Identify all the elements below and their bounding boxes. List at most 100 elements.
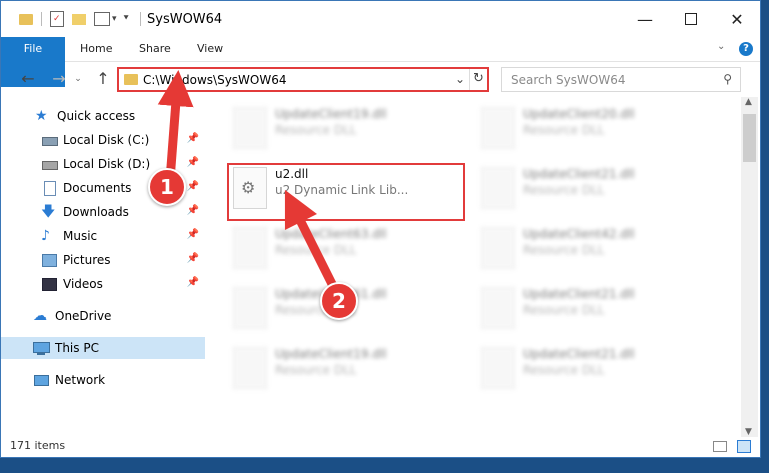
drive-icon [41, 156, 58, 172]
star-icon: ★ [35, 108, 48, 124]
pin-icon[interactable]: 📌 [187, 133, 199, 144]
cloud-icon: ☁ [33, 308, 47, 324]
file-name: UpdateClient19.dll [275, 107, 387, 121]
scrollbar-thumb[interactable] [743, 114, 756, 162]
pin-icon[interactable]: 📌 [187, 205, 199, 216]
download-icon: 🡇 [41, 204, 56, 220]
file-item[interactable]: UpdateClient21.dll Resource DLL [475, 281, 705, 331]
documents-icon [41, 180, 57, 196]
large-icons-view-icon[interactable] [737, 440, 751, 453]
new-folder-icon[interactable] [72, 13, 86, 25]
tab-share[interactable]: Share [139, 37, 171, 61]
file-item[interactable]: UpdateClient63.dll Resource DLL [227, 221, 457, 271]
nav-item-local-disk-c[interactable]: Local Disk (C:) 📌 [1, 129, 205, 151]
tab-home[interactable]: Home [80, 37, 112, 61]
expand-ribbon-icon[interactable]: ⌄ [717, 41, 725, 52]
scroll-up-icon[interactable]: ▲ [745, 97, 752, 107]
chevron-down-icon[interactable]: ▾ [112, 14, 117, 24]
dll-file-icon [481, 347, 515, 389]
nav-item-music[interactable]: ♪ Music 📌 [1, 225, 205, 247]
file-item[interactable]: UpdateClient21.dll Resource DLL [475, 161, 705, 211]
nav-item-pictures[interactable]: Pictures 📌 [1, 249, 205, 271]
address-row: ← → ⌄ ↑ C:\Windows\SysWOW64 ⌄ ↻ Search S… [1, 62, 760, 96]
pin-icon[interactable]: 📌 [187, 229, 199, 240]
file-item[interactable]: UpdateClient19.dll Resource DLL [227, 101, 457, 151]
arrow-right-icon: → [52, 69, 66, 88]
tab-view[interactable]: View [197, 37, 223, 61]
dll-file-icon [233, 107, 267, 149]
search-box[interactable]: Search SysWOW64 ⚲ [501, 67, 741, 92]
pin-icon[interactable]: 📌 [187, 157, 199, 168]
dll-file-icon [481, 227, 515, 269]
minimize-icon: — [637, 9, 653, 29]
forward-button[interactable]: → [49, 69, 69, 89]
quick-access-toolbar: ✓ ▾ ⯆ [19, 10, 141, 28]
nav-item-this-pc[interactable]: This PC [1, 337, 205, 359]
properties-icon[interactable]: ✓ [50, 11, 64, 27]
callout-badge-1: 1 [148, 168, 186, 206]
help-icon[interactable]: ? [739, 42, 753, 56]
back-button[interactable]: ← [18, 69, 38, 89]
search-input[interactable]: Search SysWOW64 [511, 73, 625, 87]
file-description: Resource DLL [523, 363, 605, 377]
vertical-scrollbar[interactable]: ▲ ▼ [741, 97, 758, 437]
explorer-window: ✓ ▾ ⯆ SysWOW64 — ✕ File Home Share View … [0, 0, 761, 458]
nav-item-label: Music [63, 229, 98, 243]
customize-qa-icon[interactable]: ⯆ [123, 14, 130, 24]
file-name: UpdateClient21.dll [523, 167, 635, 181]
window-title: SysWOW64 [147, 12, 223, 27]
drive-icon [41, 132, 58, 148]
file-name: UpdateClient21.dll [523, 287, 635, 301]
nav-item-label: Local Disk (D:) [63, 157, 151, 171]
music-icon: ♪ [41, 228, 50, 244]
file-description: Resource DLL [275, 243, 357, 257]
pictures-icon [41, 252, 57, 268]
pin-icon[interactable]: 📌 [187, 181, 199, 192]
nav-item-label: Downloads [63, 205, 129, 219]
address-dropdown-icon[interactable]: ⌄ [455, 72, 465, 86]
address-path[interactable]: C:\Windows\SysWOW64 [143, 73, 287, 87]
file-item[interactable]: UpdateClient19.dll Resource DLL [227, 341, 457, 391]
arrow-up-icon: ↑ [96, 69, 110, 88]
nav-item-videos[interactable]: Videos 📌 [1, 273, 205, 295]
nav-item-network[interactable]: Network [1, 369, 205, 391]
nav-item-onedrive[interactable]: ☁ OneDrive [1, 305, 205, 327]
nav-item-label: Documents [63, 181, 132, 195]
nav-item-label: OneDrive [55, 309, 112, 323]
folder-icon [124, 74, 138, 85]
pin-icon[interactable]: 📌 [187, 277, 199, 288]
videos-icon [41, 276, 57, 292]
dll-file-icon [233, 287, 267, 329]
pin-icon[interactable]: 📌 [187, 253, 199, 264]
nav-item-label: Pictures [63, 253, 111, 267]
nav-item-label: Network [55, 373, 106, 387]
view-options-icon[interactable] [94, 12, 110, 26]
file-description: Resource DLL [523, 183, 605, 197]
file-name: UpdateClient21.dll [523, 347, 635, 361]
address-bar[interactable]: C:\Windows\SysWOW64 ⌄ ↻ [117, 67, 489, 92]
title-bar: ✓ ▾ ⯆ SysWOW64 — ✕ [1, 1, 760, 37]
file-description: Resource DLL [523, 303, 605, 317]
file-item[interactable]: UpdateClient20.dll Resource DLL [475, 101, 705, 151]
maximize-button[interactable] [668, 1, 714, 37]
minimize-button[interactable]: — [622, 1, 668, 37]
scroll-down-icon[interactable]: ▼ [745, 427, 752, 437]
up-button[interactable]: ↑ [93, 69, 113, 89]
item-count: 171 items [10, 439, 66, 452]
file-item[interactable]: UpdateClient21.dll Resource DLL [475, 341, 705, 391]
nav-item-quick-access[interactable]: ★ Quick access [1, 105, 205, 127]
file-description: Resource DLL [523, 243, 605, 257]
nav-item-label: This PC [55, 341, 99, 355]
ribbon-tabs: File Home Share View ⌄ ? [1, 37, 760, 87]
file-highlight-box [227, 163, 465, 221]
close-button[interactable]: ✕ [714, 1, 760, 37]
file-item[interactable]: UpdateClient42.dll Resource DLL [475, 221, 705, 271]
dll-file-icon [481, 287, 515, 329]
search-icon[interactable]: ⚲ [723, 72, 732, 86]
recent-locations-button[interactable]: ⌄ [72, 69, 84, 89]
refresh-icon[interactable]: ↻ [473, 71, 484, 86]
nav-item-label: Local Disk (C:) [63, 133, 150, 147]
divider [469, 69, 470, 90]
details-view-icon[interactable] [713, 441, 727, 452]
divider [139, 12, 141, 26]
